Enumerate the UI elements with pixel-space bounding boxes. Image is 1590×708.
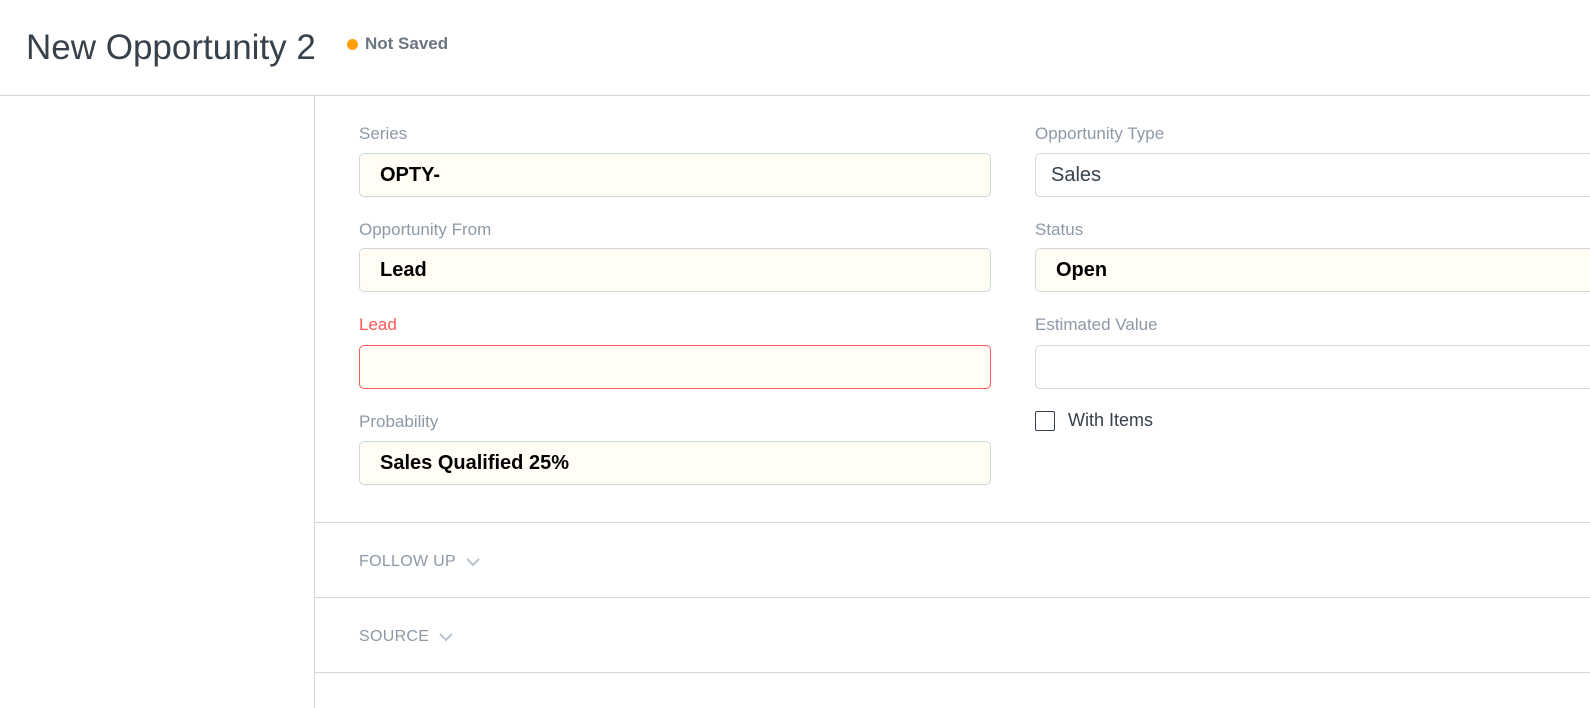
with-items-checkbox[interactable]: [1035, 410, 1055, 431]
form-section-details: Series OPTY- Opportunity From Lead Lead …: [315, 96, 1590, 523]
status-select[interactable]: Open: [1035, 248, 1590, 292]
opportunity-type-select[interactable]: Sales: [1035, 153, 1590, 197]
page-title: New Opportunity 2: [26, 28, 316, 67]
probability-label: Probability: [359, 412, 439, 431]
page-head: New Opportunity 2 Not Saved: [0, 0, 1590, 96]
chevron-down-icon: [466, 557, 480, 566]
section-follow-up[interactable]: FOLLOW UP: [315, 523, 1590, 598]
series-select[interactable]: OPTY-: [359, 153, 991, 197]
section-source-label: SOURCE: [359, 628, 430, 645]
lead-field[interactable]: [359, 345, 991, 389]
form-layout: Series OPTY- Opportunity From Lead Lead …: [314, 96, 1590, 708]
with-items-checkbox-group[interactable]: With Items: [1035, 410, 1153, 431]
section-source[interactable]: SOURCE: [315, 598, 1590, 673]
section-source-head[interactable]: SOURCE: [359, 628, 453, 646]
chevron-down-icon: [439, 632, 453, 641]
lead-label: Lead: [359, 315, 397, 334]
opportunity-from-select[interactable]: Lead: [359, 248, 991, 292]
with-items-label: With Items: [1068, 410, 1154, 430]
opportunity-from-label: Opportunity From: [359, 220, 492, 239]
section-follow-up-head[interactable]: FOLLOW UP: [359, 553, 480, 571]
status-indicator: Not Saved: [347, 34, 448, 54]
estimated-value-label: Estimated Value: [1035, 315, 1158, 334]
probability-select[interactable]: Sales Qualified 25%: [359, 441, 991, 485]
status-indicator-text: Not Saved: [365, 34, 449, 53]
estimated-value-field[interactable]: [1035, 345, 1590, 389]
opportunity-type-label: Opportunity Type: [1035, 124, 1165, 143]
series-label: Series: [359, 124, 408, 143]
status-dot-icon: [347, 38, 358, 50]
status-label: Status: [1035, 220, 1084, 239]
section-follow-up-label: FOLLOW UP: [359, 553, 456, 570]
